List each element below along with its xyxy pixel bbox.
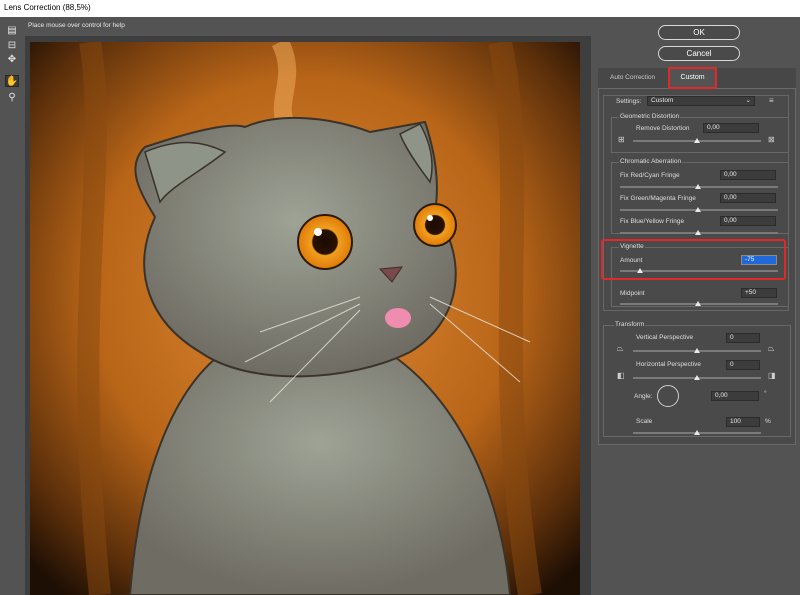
barrel-icon: ⊠ [768,135,775,144]
straighten-tool-icon[interactable]: ⊟ [5,39,19,51]
vertical-perspective-left-icon: ⏢ [617,344,624,353]
horizontal-perspective-field[interactable]: 0 [726,360,760,370]
settings-label: Settings: [616,98,642,105]
horizontal-perspective-right-icon: ◨ [768,371,776,380]
angle-dial[interactable] [657,385,679,407]
red-cyan-label: Fix Red/Cyan Fringe [620,172,680,179]
preview-area[interactable] [25,36,591,595]
red-cyan-field[interactable]: 0,00 [720,170,776,180]
blue-yellow-thumb[interactable] [695,230,701,235]
transform-group [603,325,791,437]
remove-distortion-tool-icon[interactable]: ▤ [5,24,19,36]
vertical-perspective-thumb[interactable] [694,348,700,353]
green-magenta-thumb[interactable] [695,207,701,212]
horizontal-perspective-label: Horizontal Perspective [636,361,702,368]
horizontal-perspective-left-icon: ◧ [617,371,625,380]
zoom-tool-icon[interactable]: ⚲ [5,91,19,103]
scale-unit: % [765,418,771,425]
angle-unit: ° [764,390,767,397]
settings-value: Custom [651,97,674,104]
vignette-midpoint-thumb[interactable] [695,301,701,306]
angle-label: Angle: [634,393,653,400]
tab-auto-correction[interactable]: Auto Correction [610,74,655,81]
panel-menu-icon[interactable]: ≡ [769,96,774,105]
vignette-midpoint-label: Midpoint [620,290,645,297]
geometric-distortion-title: Geometric Distortion [619,113,681,120]
scale-field[interactable]: 100 [726,417,760,427]
pincushion-icon: ⊞ [618,135,625,144]
red-cyan-thumb[interactable] [695,184,701,189]
window-title: Lens Correction (88,5%) [0,0,800,17]
move-grid-tool-icon[interactable]: ✥ [5,53,19,65]
chevron-down-icon: ⌄ [745,97,751,104]
horizontal-perspective-thumb[interactable] [694,375,700,380]
green-magenta-label: Fix Green/Magenta Fringe [620,195,696,202]
hand-tool-icon[interactable]: ✋ [5,75,19,87]
remove-distortion-thumb[interactable] [694,138,700,143]
vertical-perspective-field[interactable]: 0 [726,333,760,343]
scale-thumb[interactable] [694,430,700,435]
tab-custom[interactable]: Custom [668,67,717,89]
ok-button[interactable]: OK [658,25,740,40]
chromatic-aberration-title: Chromatic Aberration [619,158,683,165]
angle-field[interactable]: 0,00 [711,391,759,401]
vertical-perspective-label: Vertical Perspective [636,334,694,341]
blue-yellow-label: Fix Blue/Yellow Fringe [620,218,685,225]
transform-title: Transform [614,321,646,328]
cancel-button[interactable]: Cancel [658,46,740,61]
green-magenta-field[interactable]: 0,00 [720,193,776,203]
scale-label: Scale [636,418,653,425]
preview-image [30,42,580,595]
remove-distortion-field[interactable]: 0,00 [703,123,759,133]
geometric-distortion-group [611,117,789,153]
blue-yellow-field[interactable]: 0,00 [720,216,776,226]
vignette-highlight [601,239,786,280]
tools-panel: ▤ ⊟ ✥ ✋ ⚲ [0,17,24,595]
settings-dropdown[interactable]: Custom ⌄ [647,96,755,106]
remove-distortion-label: Remove Distortion [636,125,690,132]
vignette-midpoint-field[interactable]: +50 [741,288,777,298]
vertical-perspective-right-icon: ⏢ [768,344,775,353]
help-text: Place mouse over control for help [28,22,125,29]
